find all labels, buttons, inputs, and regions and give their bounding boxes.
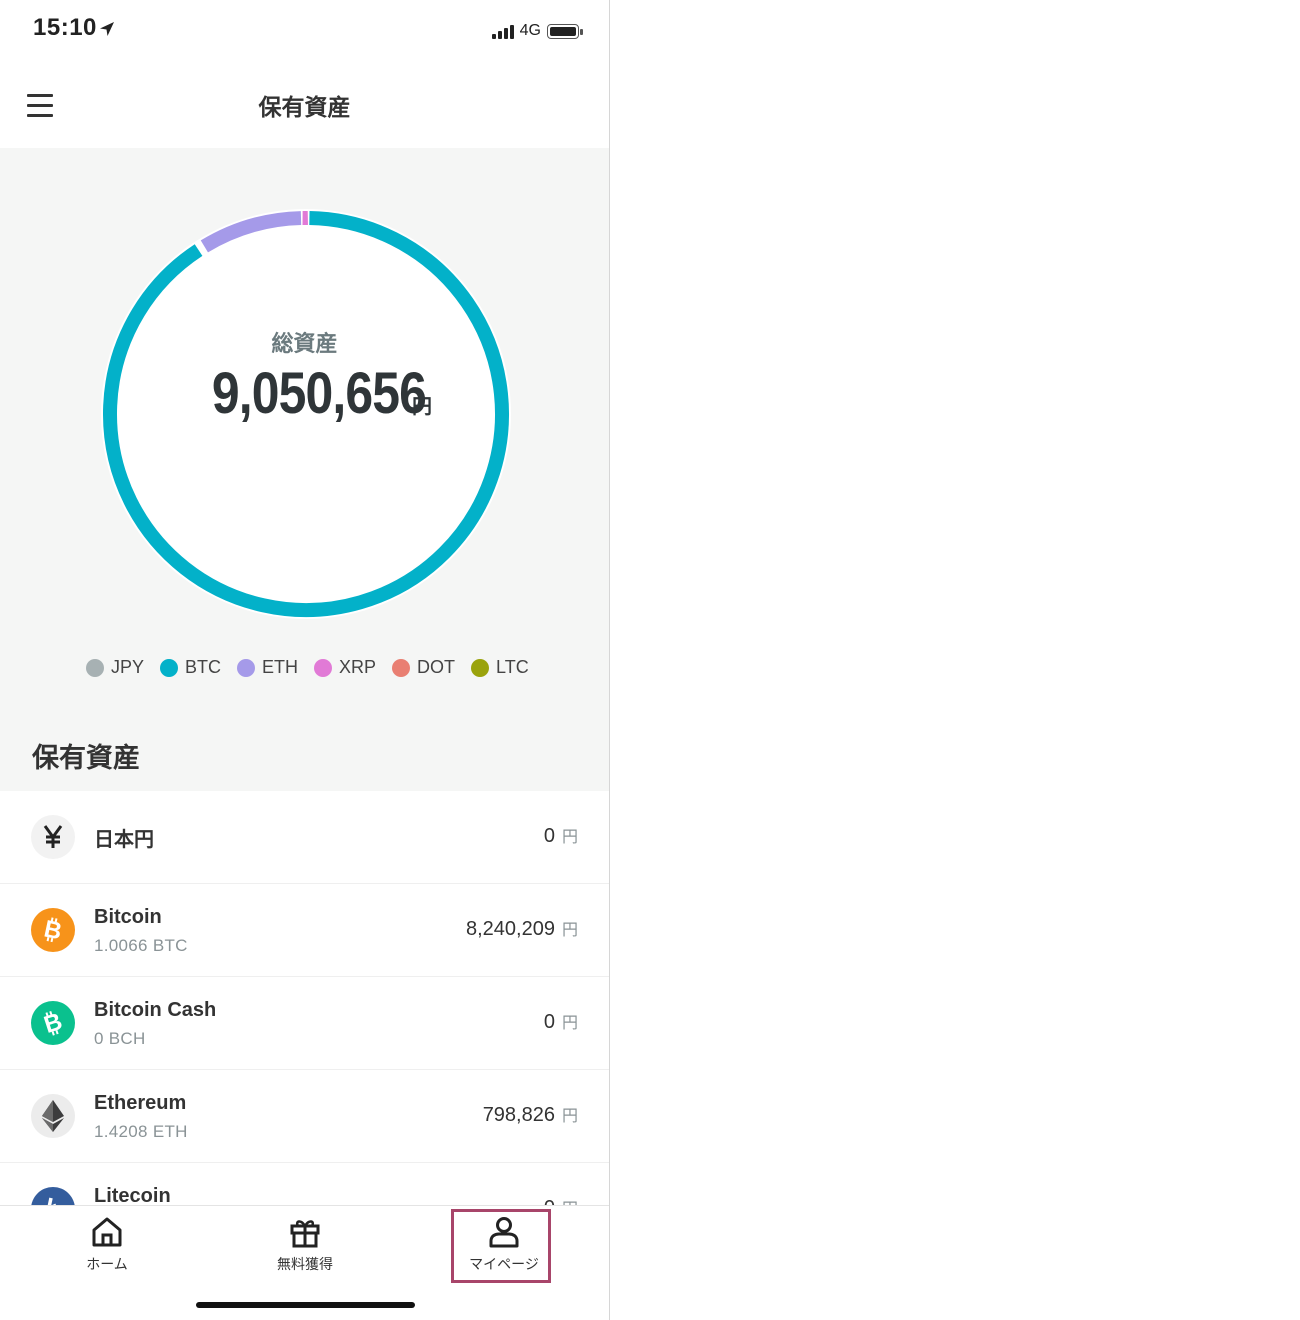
bitcoin-icon: B [31, 908, 75, 952]
asset-row-litecoin[interactable]: Litecoin 0 円 [0, 1163, 609, 1205]
asset-row-bitcoin[interactable]: B Bitcoin 1.0066 BTC 8,240,209 円 [0, 884, 609, 977]
total-assets-value: 9,050,656 [211, 361, 427, 426]
phone-screen: 15:10 4G 保有資産 総資産 9,050,656円 JPY BTC ETH… [0, 0, 610, 1320]
asset-value-number: 0 [543, 825, 555, 847]
status-indicators: 4G [491, 18, 583, 44]
legend-dot [392, 658, 411, 677]
asset-value: 798,826 円 [483, 1102, 578, 1127]
legend-item-jpy: JPY [86, 657, 144, 678]
battery-icon [547, 23, 583, 39]
litecoin-icon [31, 1187, 75, 1205]
legend-label: BTC [185, 657, 222, 677]
nav-header: 保有資産 [0, 62, 609, 148]
asset-value-unit: 円 [562, 1195, 578, 1205]
legend-label: LTC [496, 657, 529, 677]
gift-icon [290, 1220, 320, 1248]
tab-home[interactable]: ホーム [47, 1216, 167, 1286]
asset-name: 日本円 [94, 829, 154, 851]
asset-name: Ethereum [94, 1092, 187, 1114]
asset-name: Bitcoin Cash [94, 999, 217, 1021]
legend-label: JPY [111, 657, 145, 677]
status-time: 15:10 [33, 14, 97, 41]
tab-home-label: ホーム [86, 1257, 128, 1273]
asset-value: 0 円 [544, 1009, 578, 1034]
asset-value-unit: 円 [561, 1013, 578, 1032]
asset-amount: 0 BCH [94, 1029, 146, 1048]
legend-dot [86, 658, 104, 677]
asset-value-number: 0 [544, 1197, 555, 1205]
legend-dot [314, 658, 333, 677]
page-title: 保有資産 [258, 95, 351, 121]
asset-row-jpy[interactable]: 日本円 0 円 [0, 791, 609, 884]
bitcoin-cash-icon: B [31, 1001, 75, 1045]
asset-value-number: 8,240,209 [466, 918, 555, 940]
asset-row-ethereum[interactable]: Ethereum 1.4208 ETH 798,826 円 [0, 1070, 609, 1163]
network-type: 4G [519, 22, 541, 39]
signal-icon [491, 23, 514, 39]
asset-value: 0 円 [544, 1195, 578, 1205]
asset-value-unit: 円 [561, 827, 578, 846]
legend-label: DOT [417, 657, 456, 677]
asset-amount: 1.4208 ETH [94, 1122, 188, 1141]
legend-dot [237, 658, 256, 677]
legend-label: XRP [339, 657, 377, 677]
legend-item-eth: ETH [237, 657, 298, 678]
yen-icon [31, 815, 75, 859]
legend-label: ETH [262, 657, 299, 677]
legend-item-dot: DOT [392, 657, 455, 678]
chart-legend: JPY BTC ETH XRP DOT LTC [86, 657, 529, 678]
asset-list: 日本円 0 円 B Bitcoin 1.0066 BTC 8,240,209 円… [0, 791, 609, 1205]
location-arrow-icon [100, 22, 114, 36]
legend-item-btc: BTC [160, 657, 221, 678]
legend-dot [160, 658, 179, 677]
asset-amount: 1.0066 BTC [94, 936, 188, 955]
total-assets-label: 総資産 [271, 332, 338, 357]
asset-value-unit: 円 [561, 920, 578, 939]
holdings-section-title: 保有資産 [32, 743, 140, 774]
tab-free-earn[interactable]: 無料獲得 [245, 1216, 365, 1286]
asset-name: Bitcoin [94, 906, 162, 928]
total-assets: 9,050,656円 [0, 360, 609, 427]
highlight-box [451, 1209, 551, 1283]
asset-name: Litecoin [94, 1185, 171, 1205]
asset-value: 8,240,209 円 [466, 916, 578, 941]
tab-free-earn-label: 無料獲得 [277, 1257, 333, 1273]
status-bar: 15:10 4G [0, 0, 609, 62]
home-icon [92, 1217, 122, 1247]
asset-summary: 総資産 9,050,656円 JPY BTC ETH XRP DOT LTC 保… [0, 148, 609, 791]
ethereum-icon [31, 1094, 75, 1138]
asset-value-unit: 円 [561, 1106, 578, 1125]
asset-value-number: 798,826 [482, 1104, 555, 1126]
legend-item-ltc: LTC [471, 657, 529, 678]
legend-item-xrp: XRP [314, 657, 376, 678]
legend-dot [471, 658, 490, 677]
asset-value: 0 円 [544, 823, 578, 848]
home-indicator [196, 1302, 415, 1308]
asset-value-number: 0 [543, 1011, 555, 1033]
asset-row-bitcoin-cash[interactable]: B Bitcoin Cash 0 BCH 0 円 [0, 977, 609, 1070]
